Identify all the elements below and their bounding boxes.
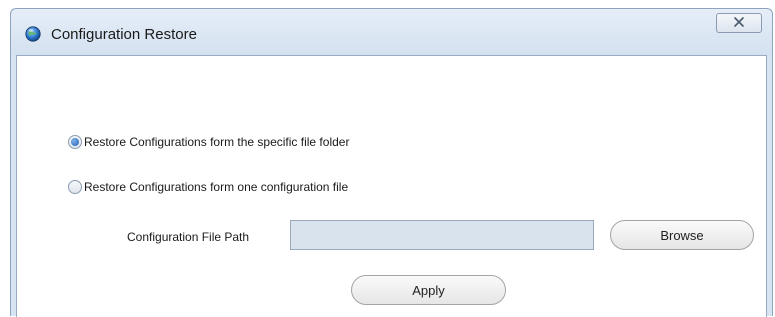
restore-folder-radio[interactable] bbox=[68, 135, 82, 149]
restore-folder-label[interactable]: Restore Configurations form the specific… bbox=[84, 135, 349, 149]
restore-file-radio[interactable] bbox=[68, 180, 82, 194]
close-button[interactable] bbox=[716, 13, 762, 33]
window-title: Configuration Restore bbox=[51, 26, 197, 43]
config-file-path-label: Configuration File Path bbox=[127, 230, 250, 244]
config-file-path-input[interactable] bbox=[290, 220, 594, 250]
apply-button[interactable]: Apply bbox=[351, 275, 506, 305]
globe-icon bbox=[25, 26, 41, 42]
close-x-icon bbox=[733, 14, 745, 32]
restore-file-label[interactable]: Restore Configurations form one configur… bbox=[84, 180, 348, 194]
browse-button[interactable]: Browse bbox=[610, 220, 754, 250]
restore-option-folder[interactable]: Restore Configurations form the specific… bbox=[68, 135, 349, 149]
title-bar[interactable]: Configuration Restore bbox=[11, 9, 772, 55]
dialog-content: Restore Configurations form the specific… bbox=[16, 55, 767, 317]
restore-option-file[interactable]: Restore Configurations form one configur… bbox=[68, 180, 348, 194]
configuration-restore-window: Configuration Restore Restore Configurat… bbox=[10, 8, 773, 317]
